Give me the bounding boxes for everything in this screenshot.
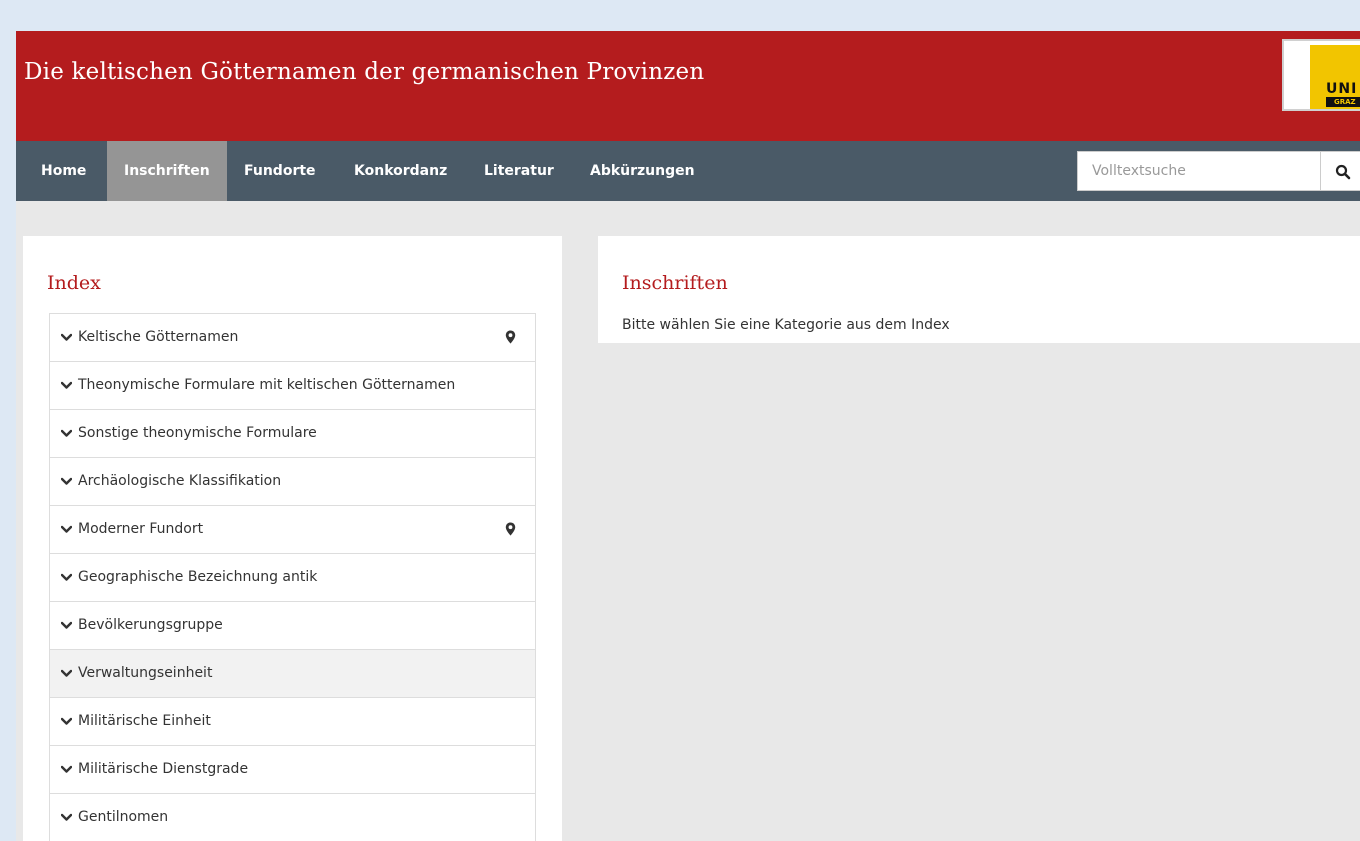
map-marker-icon[interactable] bbox=[505, 330, 516, 344]
index-item[interactable]: Militärische Dienstgrade bbox=[50, 746, 535, 794]
chevron-down-icon bbox=[61, 333, 72, 341]
index-item[interactable]: Archäologische Klassifikation bbox=[50, 458, 535, 506]
index-heading: Index bbox=[47, 272, 101, 294]
search-input[interactable] bbox=[1077, 151, 1321, 191]
index-item-label: Sonstige theonymische Formulare bbox=[78, 425, 317, 441]
nav-konkordanz[interactable]: Konkordanz bbox=[337, 141, 464, 201]
index-item-label: Gentilnomen bbox=[78, 809, 169, 825]
page: Die keltischen Götternamen der germanisc… bbox=[16, 31, 1360, 841]
chevron-down-icon bbox=[61, 621, 72, 629]
nav-home[interactable]: Home bbox=[24, 141, 103, 201]
index-item-label: Keltische Götternamen bbox=[78, 329, 239, 345]
chevron-down-icon bbox=[61, 717, 72, 725]
index-item-label: Moderner Fundort bbox=[78, 521, 204, 537]
index-item[interactable]: Theonymische Formulare mit keltischen Gö… bbox=[50, 362, 535, 410]
index-item-label: Verwaltungseinheit bbox=[78, 665, 213, 681]
chevron-down-icon bbox=[61, 669, 72, 677]
chevron-down-icon bbox=[61, 477, 72, 485]
logo-text: UNI bbox=[1326, 81, 1358, 97]
index-item[interactable]: Keltische Götternamen bbox=[50, 314, 535, 362]
index-item[interactable]: Verwaltungseinheit bbox=[50, 650, 535, 698]
logo-subtext: GRAZ bbox=[1326, 97, 1360, 107]
content-instruction: Bitte wählen Sie eine Kategorie aus dem … bbox=[622, 317, 950, 333]
index-panel: Index Keltische Götternamen Theonymische … bbox=[23, 236, 562, 841]
index-list: Keltische Götternamen Theonymische Formul… bbox=[49, 313, 536, 841]
chevron-down-icon bbox=[61, 429, 72, 437]
index-item[interactable]: Militärische Einheit bbox=[50, 698, 535, 746]
site-banner: Die keltischen Götternamen der germanisc… bbox=[16, 31, 1360, 141]
index-item[interactable]: Sonstige theonymische Formulare bbox=[50, 410, 535, 458]
index-item-label: Archäologische Klassifikation bbox=[78, 473, 282, 489]
chevron-down-icon bbox=[61, 765, 72, 773]
nav-literatur[interactable]: Literatur bbox=[467, 141, 571, 201]
site-title[interactable]: Die keltischen Götternamen der germanisc… bbox=[24, 59, 704, 85]
uni-graz-logo[interactable]: UNI GRAZ bbox=[1282, 39, 1360, 111]
index-item-label: Militärische Einheit bbox=[78, 713, 211, 729]
index-item-label: Geographische Bezeichnung antik bbox=[78, 569, 318, 585]
index-item-label: Theonymische Formulare mit keltischen Gö… bbox=[78, 377, 456, 393]
content-panel: Inschriften Bitte wählen Sie eine Katego… bbox=[598, 236, 1360, 343]
search-button[interactable] bbox=[1320, 151, 1360, 191]
main-nav: Home Inschriften Fundorte Konkordanz Lit… bbox=[16, 141, 1360, 201]
index-item[interactable]: Gentilnomen bbox=[50, 794, 535, 841]
index-item-label: Militärische Dienstgrade bbox=[78, 761, 249, 777]
nav-fundorte[interactable]: Fundorte bbox=[227, 141, 333, 201]
index-item[interactable]: Moderner Fundort bbox=[50, 506, 535, 554]
logo-yellow-block: UNI GRAZ bbox=[1310, 45, 1360, 109]
index-item[interactable]: Geographische Bezeichnung antik bbox=[50, 554, 535, 602]
chevron-down-icon bbox=[61, 573, 72, 581]
chevron-down-icon bbox=[61, 525, 72, 533]
nav-inschriften[interactable]: Inschriften bbox=[107, 141, 227, 201]
chevron-down-icon bbox=[61, 381, 72, 389]
map-marker-icon[interactable] bbox=[505, 522, 516, 536]
chevron-down-icon bbox=[61, 813, 72, 821]
content-heading: Inschriften bbox=[622, 272, 728, 294]
index-item[interactable]: Bevölkerungsgruppe bbox=[50, 602, 535, 650]
index-item-label: Bevölkerungsgruppe bbox=[78, 617, 223, 633]
nav-abkuerzungen[interactable]: Abkürzungen bbox=[573, 141, 712, 201]
search-icon bbox=[1335, 164, 1351, 180]
